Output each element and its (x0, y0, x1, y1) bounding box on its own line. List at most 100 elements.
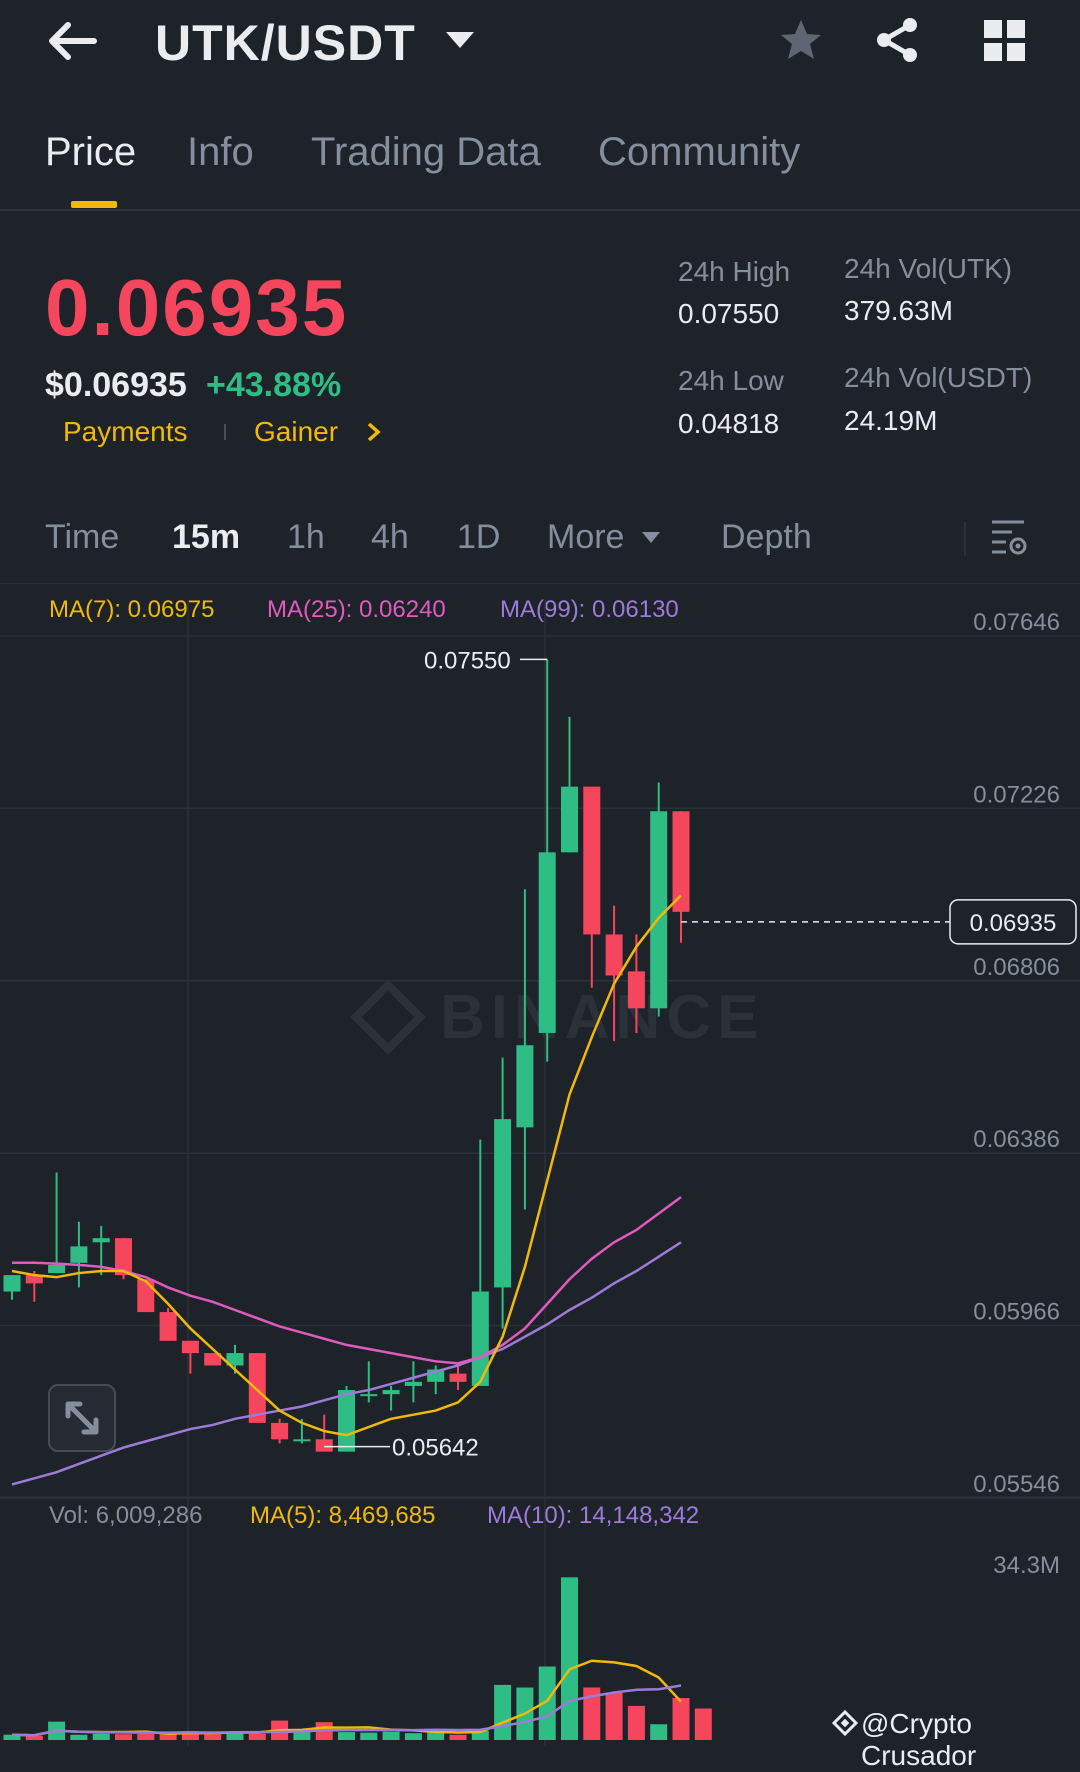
volume-bar (48, 1721, 66, 1740)
interval-1h[interactable]: 1h (287, 518, 325, 557)
interval-time[interactable]: Time (45, 518, 119, 557)
candle-body (48, 1264, 66, 1274)
expand-chart-button[interactable] (48, 1384, 116, 1452)
volume-bar (360, 1732, 378, 1740)
volume-bar (271, 1720, 289, 1740)
low-marker-label: 0.05642 (392, 1435, 479, 1462)
candle-body (70, 1246, 88, 1263)
ma25-legend: MA(25): 0.06240 (267, 596, 446, 623)
volume-bar (404, 1733, 422, 1740)
tab-bar: Price Info Trading Data Community (0, 100, 1080, 210)
tag-separator (224, 424, 226, 440)
interval-1d[interactable]: 1D (457, 518, 500, 557)
candle-body (427, 1369, 445, 1382)
volume-bar (293, 1729, 311, 1740)
interval-more[interactable]: More (547, 518, 624, 557)
candle-body (3, 1275, 21, 1292)
star-icon[interactable] (777, 16, 825, 69)
y-axis-tick-label: 0.05966 (973, 1299, 1060, 1326)
volume-bar (159, 1732, 177, 1740)
volume-bar (561, 1577, 578, 1740)
volume-bar (338, 1732, 355, 1740)
watermark-text: @Crypto Crusador (861, 1708, 977, 1771)
vol-legend: Vol: 6,009,286 (49, 1502, 203, 1529)
chart-settings-icon[interactable] (990, 518, 1028, 563)
volume-bar (248, 1733, 266, 1740)
interval-divider (964, 522, 966, 556)
volume-bar (3, 1734, 21, 1740)
volume-bar (605, 1692, 623, 1740)
volume-max-label: 34.3M (993, 1552, 1060, 1579)
vol-base-label: 24h Vol(UTK) (844, 253, 1013, 284)
candle-body (561, 786, 578, 853)
candle-body (471, 1291, 489, 1386)
watermark-logo-icon (831, 1709, 859, 1741)
high-marker-label: 0.07550 (424, 647, 511, 674)
volume-bar (516, 1687, 534, 1740)
more-caret-icon[interactable] (642, 532, 660, 543)
chevron-right-icon[interactable] (366, 420, 382, 449)
candle-body (226, 1353, 244, 1366)
candle-body (650, 811, 668, 1009)
candle-body (92, 1238, 110, 1243)
tag-payments[interactable]: Payments (63, 416, 188, 448)
volume-bar (672, 1698, 690, 1740)
candle-body (248, 1353, 266, 1423)
interval-15m[interactable]: 15m (172, 518, 240, 557)
candle-body (404, 1381, 422, 1386)
tab-community[interactable]: Community (598, 130, 800, 175)
pair-title[interactable]: UTK/USDT (155, 14, 416, 72)
expand-icon (65, 1401, 99, 1435)
volume-bar (204, 1734, 222, 1740)
volume-bar (25, 1735, 43, 1740)
candle-body (605, 934, 623, 976)
candle-body (181, 1340, 199, 1354)
share-icon[interactable] (874, 16, 922, 69)
candle-body (338, 1390, 355, 1452)
candle-body (293, 1439, 311, 1442)
candle-body (516, 1045, 534, 1128)
candle-body (360, 1394, 378, 1397)
volume-bar (694, 1708, 712, 1740)
usd-price: $0.06935 (45, 366, 187, 404)
candle-body (382, 1390, 400, 1395)
low-label: 24h Low (678, 365, 784, 396)
tab-trading-data[interactable]: Trading Data (311, 130, 541, 175)
volume-bar (449, 1734, 467, 1740)
candle-body (494, 1119, 512, 1288)
back-arrow-icon[interactable] (48, 20, 98, 62)
candle-body (137, 1279, 155, 1313)
tab-price[interactable]: Price (45, 130, 136, 175)
vol-quote-value: 24.19M (844, 405, 938, 436)
candle-body (271, 1422, 289, 1440)
y-axis-tick-label: 0.06806 (973, 954, 1060, 981)
tab-info[interactable]: Info (187, 130, 254, 175)
high-value: 0.07550 (678, 298, 780, 329)
vol-ma10-line (11, 1684, 682, 1737)
caret-down-icon[interactable] (446, 32, 474, 48)
current-price-tag (949, 899, 1077, 945)
y-axis-tick-label: 0.07646 (973, 609, 1060, 636)
volume-bar (538, 1666, 556, 1740)
tag-gainer[interactable]: Gainer (254, 416, 338, 448)
volume-bar (115, 1734, 132, 1740)
volume-bar (315, 1722, 333, 1740)
y-axis-tick-label: 0.06386 (973, 1126, 1060, 1153)
interval-depth[interactable]: Depth (721, 518, 812, 557)
exchange-watermark-logo (350, 979, 426, 1055)
grid-icon[interactable] (984, 20, 1026, 67)
candle-body (583, 786, 601, 935)
candle-body (115, 1238, 132, 1276)
volume-bar (627, 1705, 645, 1740)
ma7-line (11, 894, 682, 1437)
ma25-line (12, 1196, 682, 1365)
header-bar: UTK/USDT (0, 0, 1080, 88)
tab-divider (0, 209, 1080, 211)
vol-ma10-legend: MA(10): 14,148,342 (487, 1502, 700, 1529)
candle-body (159, 1312, 177, 1341)
active-tab-indicator (71, 201, 117, 208)
volume-bar (70, 1734, 88, 1740)
volume-bar (494, 1684, 512, 1740)
candle-body (25, 1275, 43, 1284)
interval-4h[interactable]: 4h (371, 518, 409, 557)
